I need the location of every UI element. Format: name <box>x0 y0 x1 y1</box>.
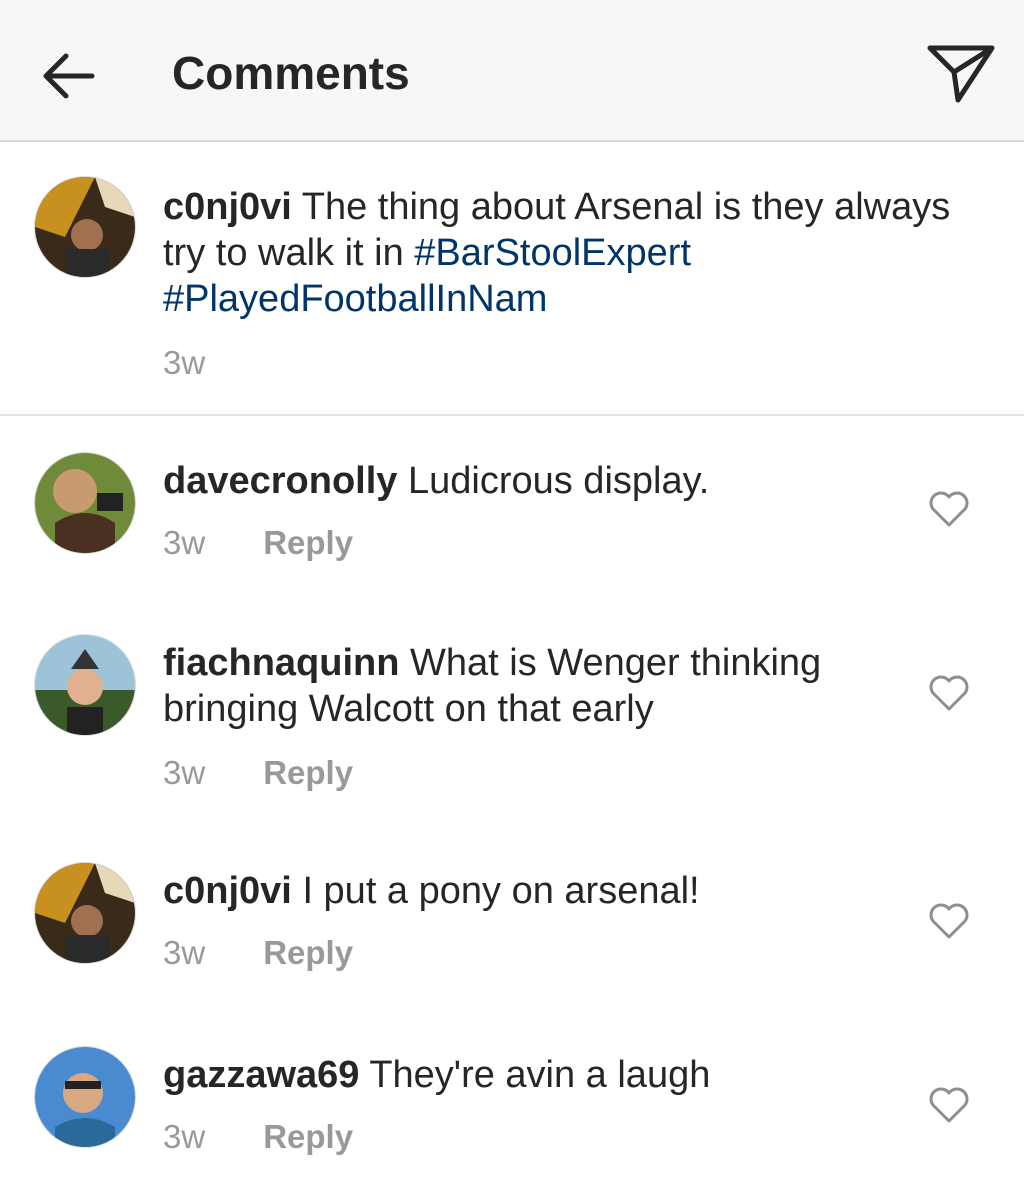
comment-item: davecronolly Ludicrous display. 3w Reply <box>0 418 1024 598</box>
comment-item: fiachnaquinn What is Wenger thinking bri… <box>0 600 1024 830</box>
avatar[interactable] <box>34 452 136 554</box>
comment-body: Ludicrous display. <box>407 460 710 502</box>
heart-icon[interactable] <box>928 902 970 940</box>
direct-send-icon <box>927 45 995 103</box>
caption-meta: 3w <box>163 344 205 382</box>
hashtag-link[interactable]: #BarStoolExpert <box>414 232 691 274</box>
username[interactable]: fiachnaquinn <box>163 642 399 684</box>
avatar[interactable] <box>34 176 136 278</box>
comment-item: gazzawa69 They're avin a laugh 3w Reply <box>0 1012 1024 1192</box>
username[interactable]: c0nj0vi <box>163 186 292 228</box>
avatar[interactable] <box>34 634 136 736</box>
comment-meta: 3w Reply <box>163 1118 353 1156</box>
reply-button[interactable]: Reply <box>263 754 353 792</box>
top-bar: Comments <box>0 0 1024 142</box>
comment-meta: 3w Reply <box>163 934 353 972</box>
hashtag-link[interactable]: #PlayedFootballInNam <box>163 278 547 320</box>
reply-button[interactable]: Reply <box>263 524 353 562</box>
comment-text: gazzawa69 They're avin a laugh <box>163 1052 883 1098</box>
comment-body: I put a pony on arsenal! <box>302 870 700 912</box>
username[interactable]: davecronolly <box>163 460 397 502</box>
comment-text: fiachnaquinn What is Wenger thinking bri… <box>163 640 883 732</box>
timestamp: 3w <box>163 934 206 971</box>
reply-button[interactable]: Reply <box>263 934 353 972</box>
timestamp: 3w <box>163 754 206 791</box>
timestamp: 3w <box>163 1118 206 1155</box>
heart-icon[interactable] <box>928 674 970 712</box>
heart-icon[interactable] <box>928 1086 970 1124</box>
avatar[interactable] <box>34 1046 136 1148</box>
timestamp: 3w <box>163 344 206 381</box>
heart-icon[interactable] <box>928 490 970 528</box>
comment-meta: 3w Reply <box>163 754 353 792</box>
comment-item: c0nj0vi I put a pony on arsenal! 3w Repl… <box>0 828 1024 1008</box>
comment-text: davecronolly Ludicrous display. <box>163 458 883 504</box>
username[interactable]: gazzawa69 <box>163 1054 359 1096</box>
avatar[interactable] <box>34 862 136 964</box>
send-button[interactable] <box>920 36 1000 116</box>
caption-text: c0nj0vi The thing about Arsenal is they … <box>163 184 983 322</box>
username[interactable]: c0nj0vi <box>163 870 292 912</box>
page-title: Comments <box>172 47 410 99</box>
comment-text: c0nj0vi I put a pony on arsenal! <box>163 868 883 914</box>
timestamp: 3w <box>163 524 206 561</box>
back-arrow-icon <box>43 53 95 99</box>
caption-block: c0nj0vi The thing about Arsenal is they … <box>0 144 1024 416</box>
comment-meta: 3w Reply <box>163 524 353 562</box>
comment-body: They're avin a laugh <box>369 1054 711 1096</box>
reply-button[interactable]: Reply <box>263 1118 353 1156</box>
back-button[interactable] <box>36 44 100 108</box>
